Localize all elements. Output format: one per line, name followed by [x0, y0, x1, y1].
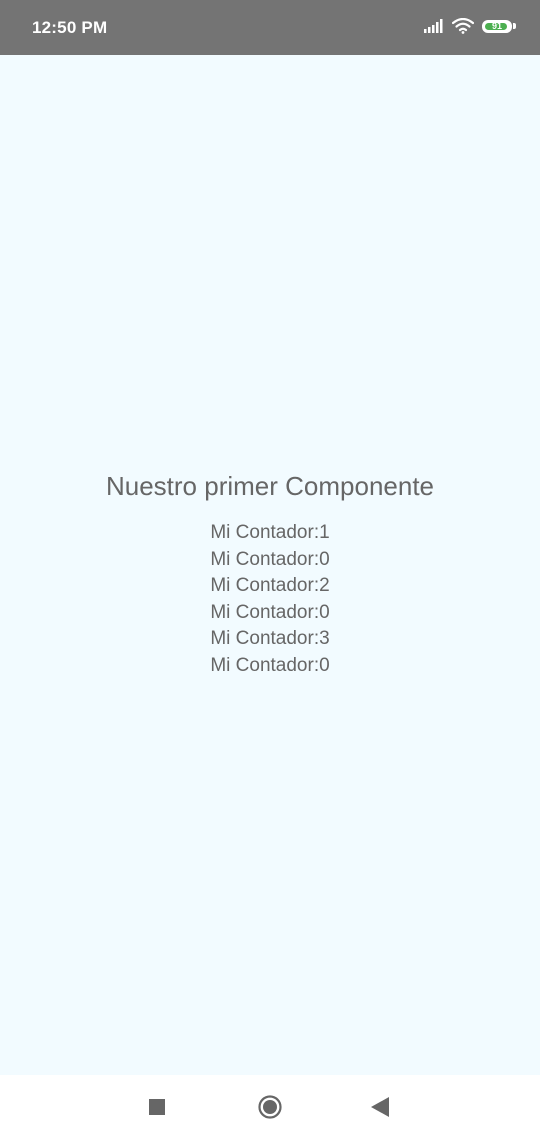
page-title: Nuestro primer Componente: [105, 471, 435, 501]
status-icons: 91: [424, 18, 516, 34]
counter-item: Mi Contador:0: [210, 548, 330, 570]
recents-icon[interactable]: [149, 1099, 165, 1115]
navigation-bar: [0, 1075, 540, 1140]
signal-icon: [424, 19, 443, 33]
home-icon[interactable]: [258, 1095, 282, 1119]
wifi-icon: [452, 18, 474, 34]
back-icon[interactable]: [371, 1097, 389, 1117]
counter-list: Mi Contador:1 Mi Contador:0 Mi Contador:…: [0, 520, 540, 680]
counter-item: Mi Contador:0: [210, 601, 330, 623]
status-time: 12:50 PM: [32, 18, 108, 37]
status-bar: 12:50 PM 91: [0, 0, 540, 55]
counter-item: Mi Contador:2: [210, 575, 330, 597]
battery-icon: 91: [482, 19, 512, 33]
battery-tip: [513, 23, 516, 29]
counter-item: Mi Contador:1: [210, 522, 330, 543]
counter-item: Mi Contador:3: [210, 628, 330, 650]
counter-item: Mi Contador:0: [210, 654, 330, 676]
main-content: Nuestro primer Componente Mi Contador:1 …: [0, 55, 540, 1075]
battery-level: 91: [491, 20, 502, 31]
